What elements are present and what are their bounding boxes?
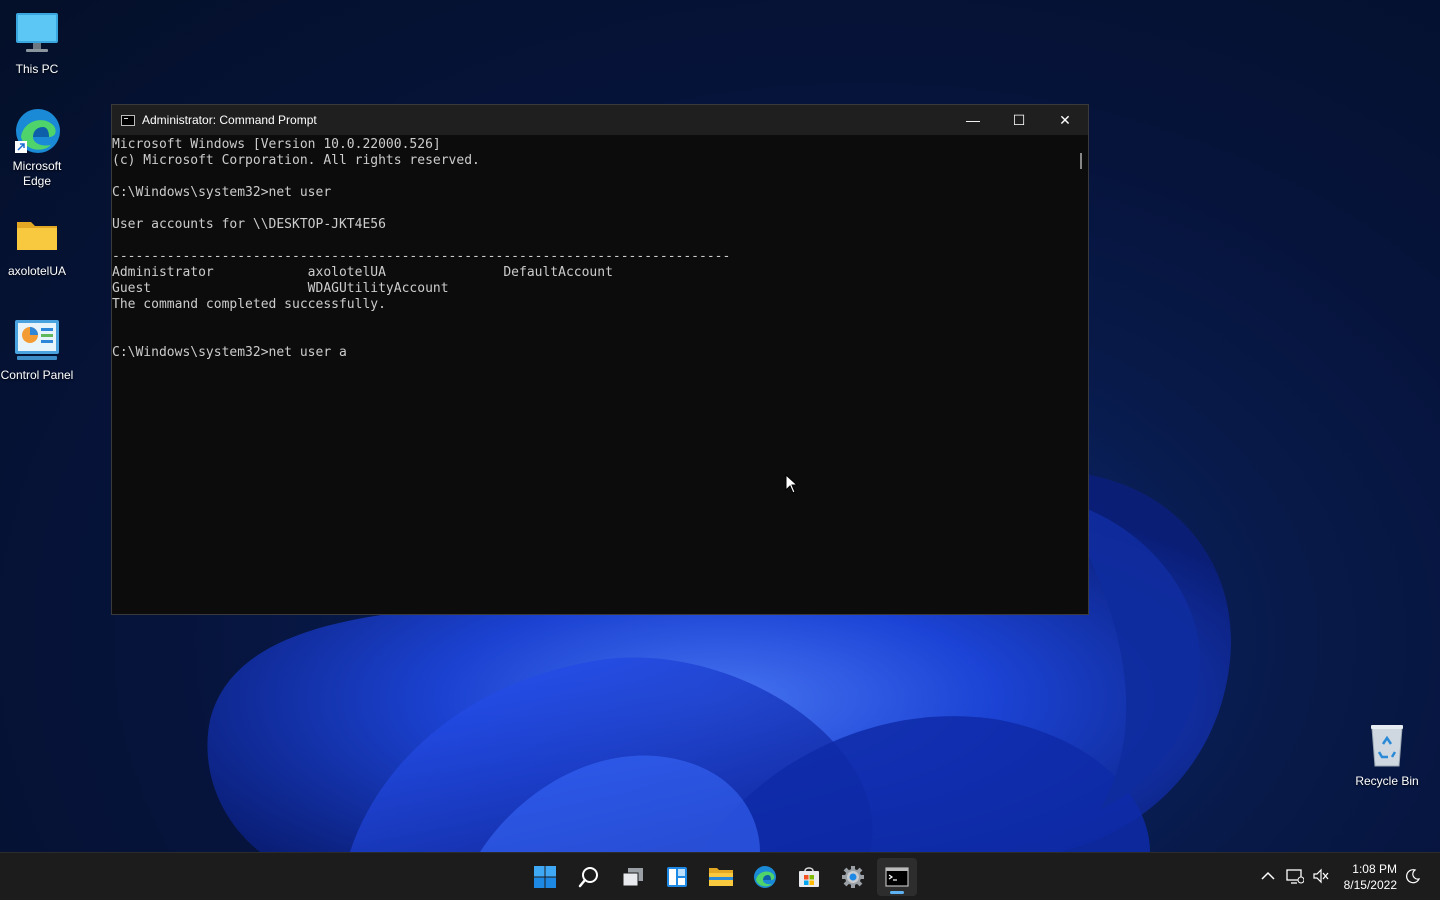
edge-icon bbox=[15, 109, 60, 153]
monitor-icon bbox=[16, 13, 58, 52]
console-line: The command completed successfully. bbox=[112, 297, 386, 312]
window-title: Administrator: Command Prompt bbox=[142, 113, 317, 127]
store-button[interactable] bbox=[789, 858, 829, 896]
file-explorer-button[interactable] bbox=[701, 858, 741, 896]
taskbar: 1:08 PM 8/15/2022 bbox=[0, 852, 1440, 900]
windows-logo-icon bbox=[534, 866, 556, 888]
widgets-button[interactable] bbox=[657, 858, 697, 896]
active-app-indicator bbox=[890, 891, 904, 894]
desktop-icon-label: Recycle Bin bbox=[1355, 774, 1419, 788]
desktop-icon-recycle-bin[interactable]: Recycle Bin bbox=[1350, 722, 1424, 789]
show-hidden-icons-chevron-up-icon[interactable] bbox=[1257, 865, 1279, 887]
clock-time: 1:08 PM bbox=[1352, 862, 1397, 876]
clock[interactable]: 1:08 PM 8/15/2022 bbox=[1344, 861, 1397, 893]
minimize-button[interactable]: — bbox=[950, 105, 996, 135]
desktop-icon-label: Microsoft Edge bbox=[12, 159, 62, 188]
console-line: Microsoft Windows [Version 10.0.22000.52… bbox=[112, 137, 441, 152]
scrollbar-thumb[interactable] bbox=[1080, 153, 1082, 169]
clock-date: 8/15/2022 bbox=[1343, 878, 1397, 892]
command-prompt-taskbar-button[interactable] bbox=[877, 858, 917, 896]
control-panel-icon bbox=[15, 320, 59, 360]
gear-icon bbox=[842, 866, 864, 888]
cmd-app-icon bbox=[121, 114, 135, 126]
network-icon[interactable] bbox=[1284, 865, 1306, 887]
widgets-icon bbox=[667, 867, 687, 887]
desktop-icon-this-pc[interactable]: This PC bbox=[0, 10, 74, 77]
folder-icon bbox=[17, 222, 57, 250]
task-view-icon bbox=[622, 868, 643, 887]
volume-muted-icon[interactable] bbox=[1310, 865, 1332, 887]
console-line: C:\Windows\system32>net user bbox=[112, 185, 332, 200]
scrollbar[interactable] bbox=[1074, 135, 1088, 614]
desktop-icon-label: Control Panel bbox=[0, 368, 74, 382]
console-line: C:\Windows\system32>net user a bbox=[112, 345, 347, 360]
console-line: ----------------------------------------… bbox=[112, 249, 731, 264]
edge-icon bbox=[754, 866, 776, 888]
recycle-bin-icon bbox=[1371, 725, 1403, 767]
mouse-pointer-icon bbox=[785, 474, 799, 494]
desktop-icon-label: axolotelUA bbox=[7, 264, 67, 278]
desktop-icon-axolotelua[interactable]: axolotelUA bbox=[0, 212, 74, 279]
folder-icon bbox=[709, 868, 733, 886]
console-line: User accounts for \\DESKTOP-JKT4E56 bbox=[112, 217, 386, 232]
start-button[interactable] bbox=[525, 858, 565, 896]
maximize-button[interactable]: ☐ bbox=[996, 105, 1042, 135]
search-button[interactable] bbox=[569, 858, 609, 896]
desktop: This PC Microsoft Edge axolotelUA Contro… bbox=[0, 0, 1440, 852]
terminal-icon bbox=[885, 867, 909, 887]
focus-assist-moon-icon[interactable] bbox=[1402, 865, 1424, 887]
desktop-icon-microsoft-edge[interactable]: Microsoft Edge bbox=[0, 107, 74, 189]
search-icon bbox=[578, 867, 598, 888]
desktop-icon-label: This PC bbox=[15, 62, 59, 76]
store-icon bbox=[799, 867, 819, 887]
edge-button[interactable] bbox=[745, 858, 785, 896]
task-view-button[interactable] bbox=[613, 858, 653, 896]
console-output[interactable]: Microsoft Windows [Version 10.0.22000.52… bbox=[112, 135, 1074, 614]
desktop-icon-control-panel[interactable]: Control Panel bbox=[0, 316, 74, 383]
command-prompt-window[interactable]: Administrator: Command Prompt — ☐ ✕ Micr… bbox=[111, 104, 1089, 615]
console-line: Administrator axolotelUA DefaultAccount bbox=[112, 265, 613, 280]
close-button[interactable]: ✕ bbox=[1042, 105, 1088, 135]
window-titlebar[interactable]: Administrator: Command Prompt — ☐ ✕ bbox=[112, 105, 1088, 135]
console-line: (c) Microsoft Corporation. All rights re… bbox=[112, 153, 480, 168]
settings-button[interactable] bbox=[833, 858, 873, 896]
console-line: Guest WDAGUtilityAccount bbox=[112, 281, 449, 296]
